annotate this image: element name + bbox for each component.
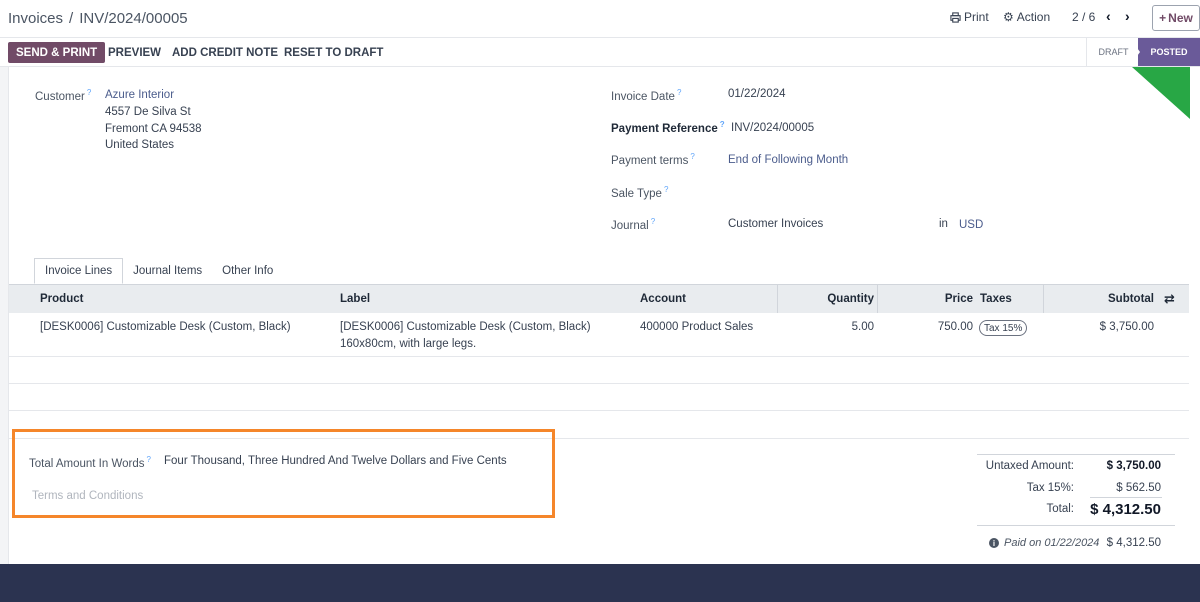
pager-value[interactable]: 2 / 6 xyxy=(1072,10,1095,24)
status-bar: SEND & PRINT PREVIEW ADD CREDIT NOTE RES… xyxy=(0,38,1200,67)
help-icon: ? xyxy=(676,88,682,97)
new-label: New xyxy=(1168,11,1193,25)
column-divider xyxy=(1043,285,1044,313)
paid-amount: $ 4,312.50 xyxy=(1106,537,1161,549)
breadcrumb-parent[interactable]: Invoices xyxy=(8,10,63,27)
stage-arrow xyxy=(1130,38,1140,66)
payment-reference-label: Payment Reference? xyxy=(611,120,725,135)
reset-to-draft-button[interactable]: RESET TO DRAFT xyxy=(284,42,383,63)
column-divider xyxy=(877,285,878,313)
tax-tag[interactable]: Tax 15% xyxy=(979,320,1028,336)
footer-band xyxy=(0,564,1200,602)
paid-on-label: Paid on 01/22/2024 xyxy=(1004,537,1100,549)
gear-icon: ⚙ xyxy=(1003,10,1014,24)
row-quantity[interactable]: 5.00 xyxy=(789,321,874,333)
empty-row xyxy=(9,357,1189,384)
tax-label: Tax 15%: xyxy=(1026,482,1074,494)
total-value: $ 4,312.50 xyxy=(1090,501,1161,518)
column-label[interactable]: Label xyxy=(340,293,370,305)
breadcrumb: Invoices / INV/2024/00005 xyxy=(8,10,188,27)
column-price[interactable]: Price xyxy=(889,293,973,305)
column-quantity[interactable]: Quantity xyxy=(789,293,874,305)
payment-reference-value[interactable]: INV/2024/00005 xyxy=(731,122,814,134)
column-taxes[interactable]: Taxes xyxy=(980,293,1012,305)
customer-label: Customer? xyxy=(35,88,92,103)
column-divider xyxy=(777,285,778,313)
sale-type-label: Sale Type? xyxy=(611,185,669,200)
untaxed-amount-value: $ 3,750.00 xyxy=(1106,460,1161,472)
tax-value: $ 562.50 xyxy=(1116,482,1161,494)
help-icon: ? xyxy=(719,120,725,129)
help-icon: ? xyxy=(86,88,92,97)
totals-divider xyxy=(977,525,1175,526)
chevron-left-icon[interactable]: ‹ xyxy=(1106,8,1111,24)
plus-icon: + xyxy=(1159,11,1167,25)
help-icon: ? xyxy=(650,217,656,226)
print-label: Print xyxy=(964,10,989,24)
column-settings-icon[interactable]: ⇄ xyxy=(1164,291,1175,307)
row-label-line2[interactable]: 160x80cm, with large legs. xyxy=(340,338,476,350)
total-label: Total: xyxy=(1046,503,1075,515)
control-panel: Invoices / INV/2024/00005 Print ⚙ Action 2… xyxy=(0,0,1200,38)
payment-terms-value[interactable]: End of Following Month xyxy=(728,154,848,166)
invoice-lines-header: Product Label Account Quantity Price Tax… xyxy=(9,284,1189,313)
stage-posted[interactable]: POSTED xyxy=(1138,38,1200,66)
row-product[interactable]: [DESK0006] Customizable Desk (Custom, Bl… xyxy=(40,321,291,333)
action-button[interactable]: ⚙ Action xyxy=(1003,10,1050,24)
tab-invoice-lines[interactable]: Invoice Lines xyxy=(34,258,124,284)
tab-other-info[interactable]: Other Info xyxy=(212,258,283,284)
new-button[interactable]: + New xyxy=(1152,5,1200,31)
journal-label: Journal? xyxy=(611,217,656,232)
chevron-right-icon[interactable]: › xyxy=(1125,8,1130,24)
payment-terms-label: Payment terms? xyxy=(611,152,695,167)
invoice-date-value[interactable]: 01/22/2024 xyxy=(728,88,786,100)
totals-divider xyxy=(1090,497,1162,498)
column-product[interactable]: Product xyxy=(40,293,83,305)
send-and-print-button[interactable]: SEND & PRINT xyxy=(8,42,106,63)
help-icon: ? xyxy=(690,152,695,161)
action-label: Action xyxy=(1016,10,1051,24)
customer-street: 4557 De Silva St xyxy=(105,106,191,118)
customer-city: Fremont CA 94538 xyxy=(105,123,202,135)
add-credit-note-button[interactable]: ADD CREDIT NOTE xyxy=(172,42,278,63)
invoice-date-label: Invoice Date? xyxy=(611,88,682,103)
column-subtotal[interactable]: Subtotal xyxy=(1059,293,1154,305)
empty-row xyxy=(9,384,1189,411)
customer-name[interactable]: Azure Interior xyxy=(105,89,174,101)
column-account[interactable]: Account xyxy=(640,293,686,305)
payment-info[interactable]: i Paid on 01/22/2024 xyxy=(989,537,1099,549)
notebook-tabs: Invoice Lines Journal Items Other Info xyxy=(34,258,283,284)
help-icon: ? xyxy=(663,185,669,194)
tab-journal-items[interactable]: Journal Items xyxy=(123,258,212,284)
row-label-line1[interactable]: [DESK0006] Customizable Desk (Custom, Bl… xyxy=(340,321,591,333)
currency-in-label: in xyxy=(939,218,948,230)
untaxed-amount-label: Untaxed Amount: xyxy=(985,460,1074,472)
currency-value[interactable]: USD xyxy=(959,219,983,231)
journal-value[interactable]: Customer Invoices xyxy=(728,218,823,230)
customer-country: United States xyxy=(105,139,175,151)
breadcrumb-separator: / xyxy=(69,10,74,27)
highlight-box xyxy=(12,429,555,518)
info-icon[interactable]: i xyxy=(989,538,999,548)
preview-button[interactable]: PREVIEW xyxy=(108,42,161,63)
printer-icon xyxy=(950,11,961,23)
row-subtotal: $ 3,750.00 xyxy=(1099,321,1154,333)
row-account[interactable]: 400000 Product Sales xyxy=(640,321,753,333)
breadcrumb-current: INV/2024/00005 xyxy=(79,10,188,27)
row-price[interactable]: 750.00 xyxy=(889,321,973,333)
totals-divider xyxy=(977,454,1175,455)
print-button[interactable]: Print xyxy=(950,10,989,24)
